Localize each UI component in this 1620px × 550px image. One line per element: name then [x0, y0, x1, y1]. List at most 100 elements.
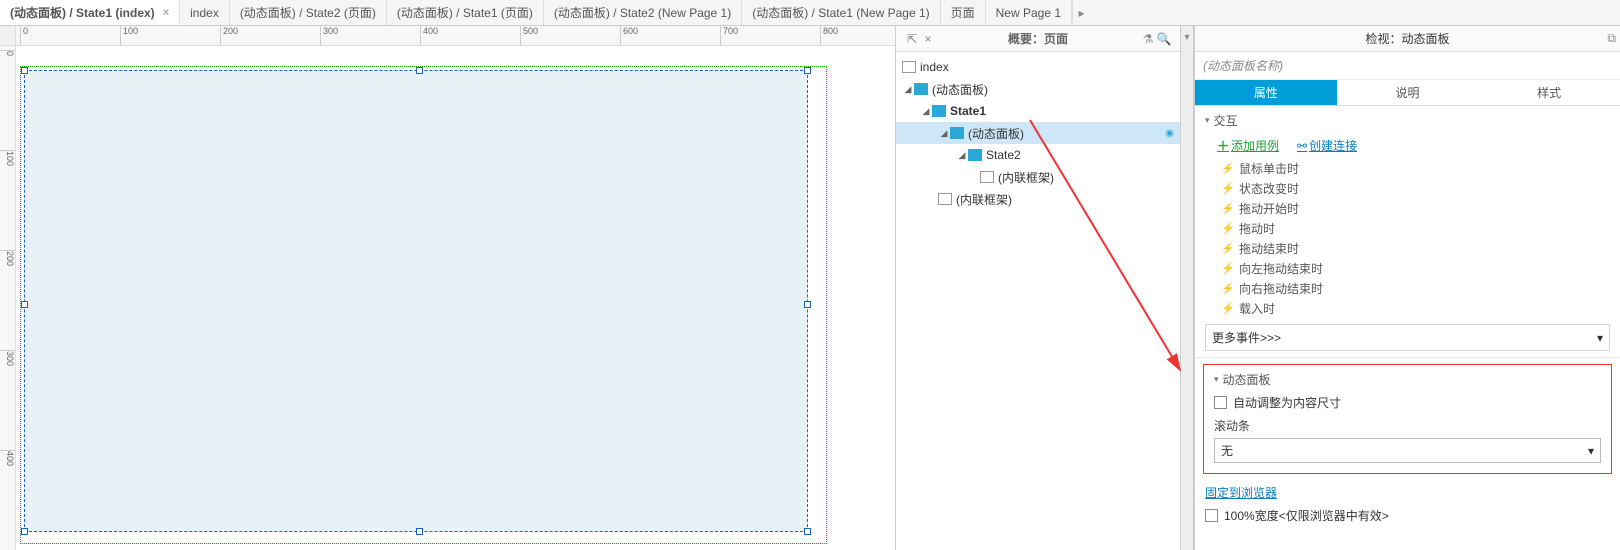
ruler-corner — [0, 26, 16, 46]
chevron-down-icon: ▾ — [1588, 444, 1594, 458]
scrollbar-select[interactable]: 无▾ — [1214, 438, 1601, 463]
event-icon: ⚡ — [1221, 282, 1235, 295]
tree-page[interactable]: index — [896, 56, 1180, 78]
event-label: 拖动开始时 — [1239, 200, 1299, 217]
event-icon: ⚡ — [1221, 262, 1235, 275]
tree-label: State1 — [950, 104, 986, 118]
close-icon[interactable]: × — [163, 7, 169, 19]
tab-properties[interactable]: 属性 — [1195, 80, 1337, 105]
tab-state1-index[interactable]: (动态面板) / State1 (index) × — [0, 0, 180, 25]
tree-label: (动态面板) — [968, 125, 1165, 142]
event-swiperight[interactable]: ⚡ 向右拖动结束时 — [1221, 278, 1610, 298]
event-onload[interactable]: ⚡载入时 — [1221, 298, 1610, 318]
properties-panel: 检视：动态面板 ⧉ (动态面板名称) 属性 说明 样式 ▾交互 ＋添加用例 ⚯创… — [1194, 26, 1620, 550]
checkbox-label: 自动调整为内容尺寸 — [1233, 394, 1341, 411]
event-label: 向右拖动结束时 — [1239, 280, 1323, 297]
tree-dp1[interactable]: ◢ (动态面板) — [896, 78, 1180, 100]
locate-icon[interactable]: ◉ — [1165, 128, 1174, 139]
tab-state2-newpage1[interactable]: (动态面板) / State2 (New Page 1) — [544, 0, 742, 25]
tab-state1-page[interactable]: (动态面板) / State1 (页面) — [387, 0, 544, 25]
event-onclick[interactable]: ⚡鼠标单击时 — [1221, 158, 1610, 178]
ruler-tick: 700 — [720, 26, 738, 45]
outline-title: 概要：页面 — [936, 30, 1140, 47]
width100-row[interactable]: 100%宽度<仅限浏览器中有效> — [1195, 505, 1620, 526]
select-value: 无 — [1221, 442, 1233, 459]
filter-icon[interactable]: ⚗ — [1140, 32, 1156, 46]
tab-scroll-right[interactable]: ▸ — [1072, 0, 1090, 25]
expander-icon[interactable]: ◢ — [938, 128, 950, 139]
event-icon: ⚡ — [1221, 222, 1235, 235]
selected-widget[interactable] — [24, 70, 808, 532]
tree-label: (动态面板) — [932, 81, 988, 98]
close-icon[interactable]: × — [920, 32, 936, 46]
canvas-area[interactable]: 0 100 200 300 400 500 600 700 800 0 100 … — [0, 26, 895, 550]
outline-panel: ⇱ × 概要：页面 ⚗ 🔍 index ◢ (动态面板) ◢ State1 ◢ — [895, 26, 1180, 550]
checkbox[interactable] — [1214, 396, 1227, 409]
add-case-link[interactable]: ＋添加用例 — [1217, 137, 1279, 154]
tree-frame1[interactable]: (内联框架) — [896, 166, 1180, 188]
tree-frame2[interactable]: (内联框架) — [896, 188, 1180, 210]
resize-handle[interactable] — [21, 301, 28, 308]
popout-icon[interactable]: ⧉ — [1607, 31, 1616, 46]
event-statechange[interactable]: ⚡状态改变时 — [1221, 178, 1610, 198]
widget-name-input[interactable]: (动态面板名称) — [1195, 52, 1620, 80]
resize-handle[interactable] — [416, 67, 423, 74]
tab-style[interactable]: 样式 — [1478, 80, 1620, 105]
pin-icon[interactable]: ⇱ — [904, 32, 920, 46]
props-title: 检视：动态面板 — [1365, 30, 1449, 47]
tree-state1[interactable]: ◢ State1 — [896, 100, 1180, 122]
tab-newpage1[interactable]: New Page 1 — [986, 0, 1072, 25]
pin-to-browser-link[interactable]: 固定到浏览器 — [1195, 480, 1620, 505]
ruler-tick: 300 — [320, 26, 338, 45]
tab-notes[interactable]: 说明 — [1337, 80, 1479, 105]
ruler-tick: 400 — [0, 450, 15, 466]
search-icon[interactable]: 🔍 — [1156, 32, 1172, 46]
section-title-dp[interactable]: ▾动态面板 — [1204, 371, 1611, 388]
checkbox[interactable] — [1205, 509, 1218, 522]
autofit-checkbox-row[interactable]: 自动调整为内容尺寸 — [1204, 392, 1611, 413]
event-list: ⚡鼠标单击时 ⚡状态改变时 ⚡拖动开始时 ⚡拖动时 ⚡拖动结束时 ⚡向左拖动结束… — [1205, 158, 1610, 318]
resize-handle[interactable] — [804, 301, 811, 308]
outline-tree[interactable]: index ◢ (动态面板) ◢ State1 ◢ (动态面板) ◉ ◢ — [896, 52, 1180, 550]
ruler-vertical: 0 100 200 300 400 — [0, 46, 16, 550]
resize-handle[interactable] — [416, 528, 423, 535]
tree-state2[interactable]: ◢ State2 — [896, 144, 1180, 166]
tab-label: New Page 1 — [996, 6, 1061, 20]
tab-state1-newpage1[interactable]: (动态面板) / State1 (New Page 1) — [742, 0, 940, 25]
event-drag[interactable]: ⚡拖动时 — [1221, 218, 1610, 238]
event-icon: ⚡ — [1221, 302, 1235, 315]
tab-label: (动态面板) / State2 (页面) — [240, 4, 376, 21]
tab-page[interactable]: 页面 — [941, 0, 986, 25]
event-swipeleft[interactable]: ⚡ 向左拖动结束时 — [1221, 258, 1610, 278]
tab-label: (动态面板) / State2 (New Page 1) — [554, 4, 731, 21]
chevron-down-icon: ▾ — [1597, 331, 1603, 345]
state-icon — [932, 105, 946, 117]
expander-icon[interactable]: ◢ — [902, 84, 914, 95]
event-label: 状态改变时 — [1239, 180, 1299, 197]
tab-label: (动态面板) / State1 (index) — [10, 4, 155, 21]
tree-dp2-selected[interactable]: ◢ (动态面板) ◉ — [896, 122, 1180, 144]
resize-handle[interactable] — [21, 528, 28, 535]
create-link[interactable]: ⚯创建连接 — [1297, 137, 1357, 154]
ruler-tick: 100 — [120, 26, 138, 45]
expander-icon[interactable]: ◢ — [920, 106, 932, 117]
expander-icon[interactable]: ◢ — [956, 150, 968, 161]
resize-handle[interactable] — [804, 528, 811, 535]
event-label: 向左拖动结束时 — [1239, 260, 1323, 277]
resize-handle[interactable] — [804, 67, 811, 74]
plus-icon: ＋ — [1217, 137, 1229, 154]
resize-handle[interactable] — [21, 67, 28, 74]
event-dragend[interactable]: ⚡拖动结束时 — [1221, 238, 1610, 258]
ruler-tick: 600 — [620, 26, 638, 45]
tab-label: 页面 — [951, 4, 975, 21]
canvas[interactable] — [16, 46, 895, 550]
more-events-dropdown[interactable]: 更多事件>>>▾ — [1205, 324, 1610, 351]
tab-state2-page[interactable]: (动态面板) / State2 (页面) — [230, 0, 387, 25]
splitter[interactable]: ▾ — [1180, 26, 1194, 550]
tab-index[interactable]: index — [180, 0, 230, 25]
event-icon: ⚡ — [1221, 202, 1235, 215]
section-label: 交互 — [1214, 112, 1238, 129]
event-label: 鼠标单击时 — [1239, 160, 1299, 177]
section-title-interaction[interactable]: ▾交互 — [1205, 112, 1610, 129]
event-dragstart[interactable]: ⚡ 拖动开始时 — [1221, 198, 1610, 218]
